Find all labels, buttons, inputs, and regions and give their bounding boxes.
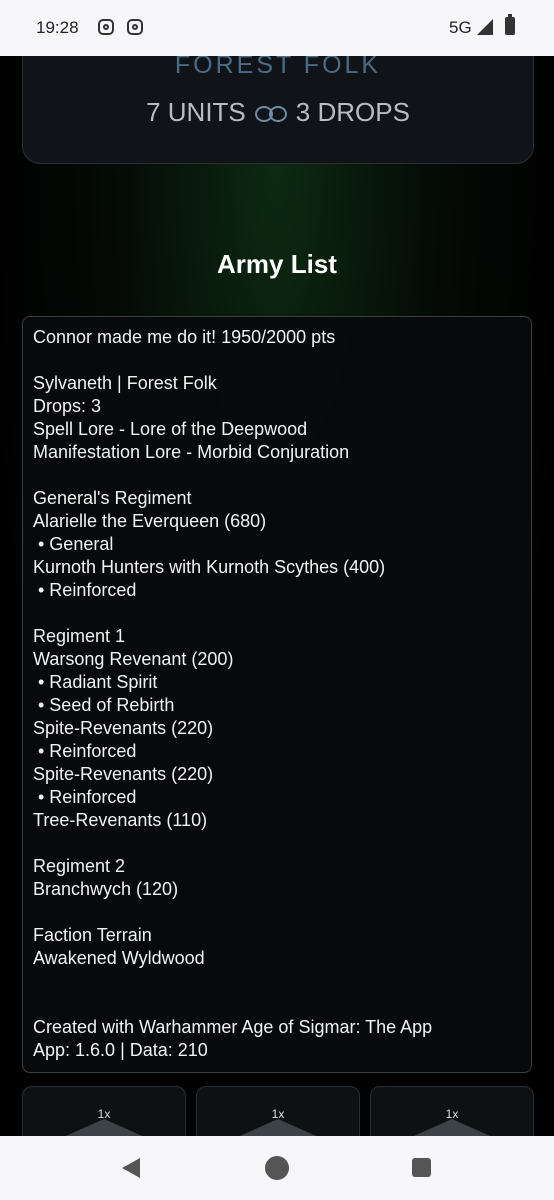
drop-count: 3 DROPS — [295, 97, 410, 127]
home-icon[interactable] — [265, 1156, 289, 1180]
back-icon[interactable] — [122, 1158, 140, 1178]
status-bar: 19:28 5G — [0, 0, 554, 56]
status-time: 19:28 — [36, 18, 79, 37]
unit-count: 7 UNITS — [146, 97, 246, 127]
main-content[interactable]: FOREST FOLK 7 UNITS 3 DROPS Army List Co… — [0, 56, 554, 1136]
instagram-icon — [127, 19, 143, 35]
navigation-bar — [0, 1136, 554, 1200]
instagram-icon — [98, 19, 114, 35]
army-list-text: Connor made me do it! 1950/2000 pts Sylv… — [33, 327, 433, 1060]
unit-tile-count: 1x — [97, 1107, 111, 1121]
unit-emblem-icon — [59, 1119, 149, 1136]
network-type: 5G — [449, 18, 472, 37]
unit-tile-count: 1x — [271, 1107, 285, 1121]
signal-icon — [477, 19, 493, 35]
unit-tile[interactable]: 1x — [370, 1086, 534, 1136]
unit-tile[interactable]: 1x — [22, 1086, 186, 1136]
faction-name: FOREST FOLK — [174, 56, 382, 79]
unit-tile[interactable]: 1x — [196, 1086, 360, 1136]
infinity-icon — [254, 104, 288, 122]
army-list-textbox[interactable]: Connor made me do it! 1950/2000 pts Sylv… — [22, 316, 532, 1073]
battery-icon — [505, 14, 515, 35]
unit-emblem-icon — [233, 1119, 323, 1136]
unit-tile-count: 1x — [445, 1107, 459, 1121]
faction-summary-card: FOREST FOLK 7 UNITS 3 DROPS — [22, 56, 534, 164]
section-title: Army List — [217, 249, 337, 279]
unit-emblem-icon — [407, 1119, 497, 1136]
recents-icon[interactable] — [412, 1158, 431, 1177]
army-stats: 7 UNITS 3 DROPS — [23, 97, 533, 128]
